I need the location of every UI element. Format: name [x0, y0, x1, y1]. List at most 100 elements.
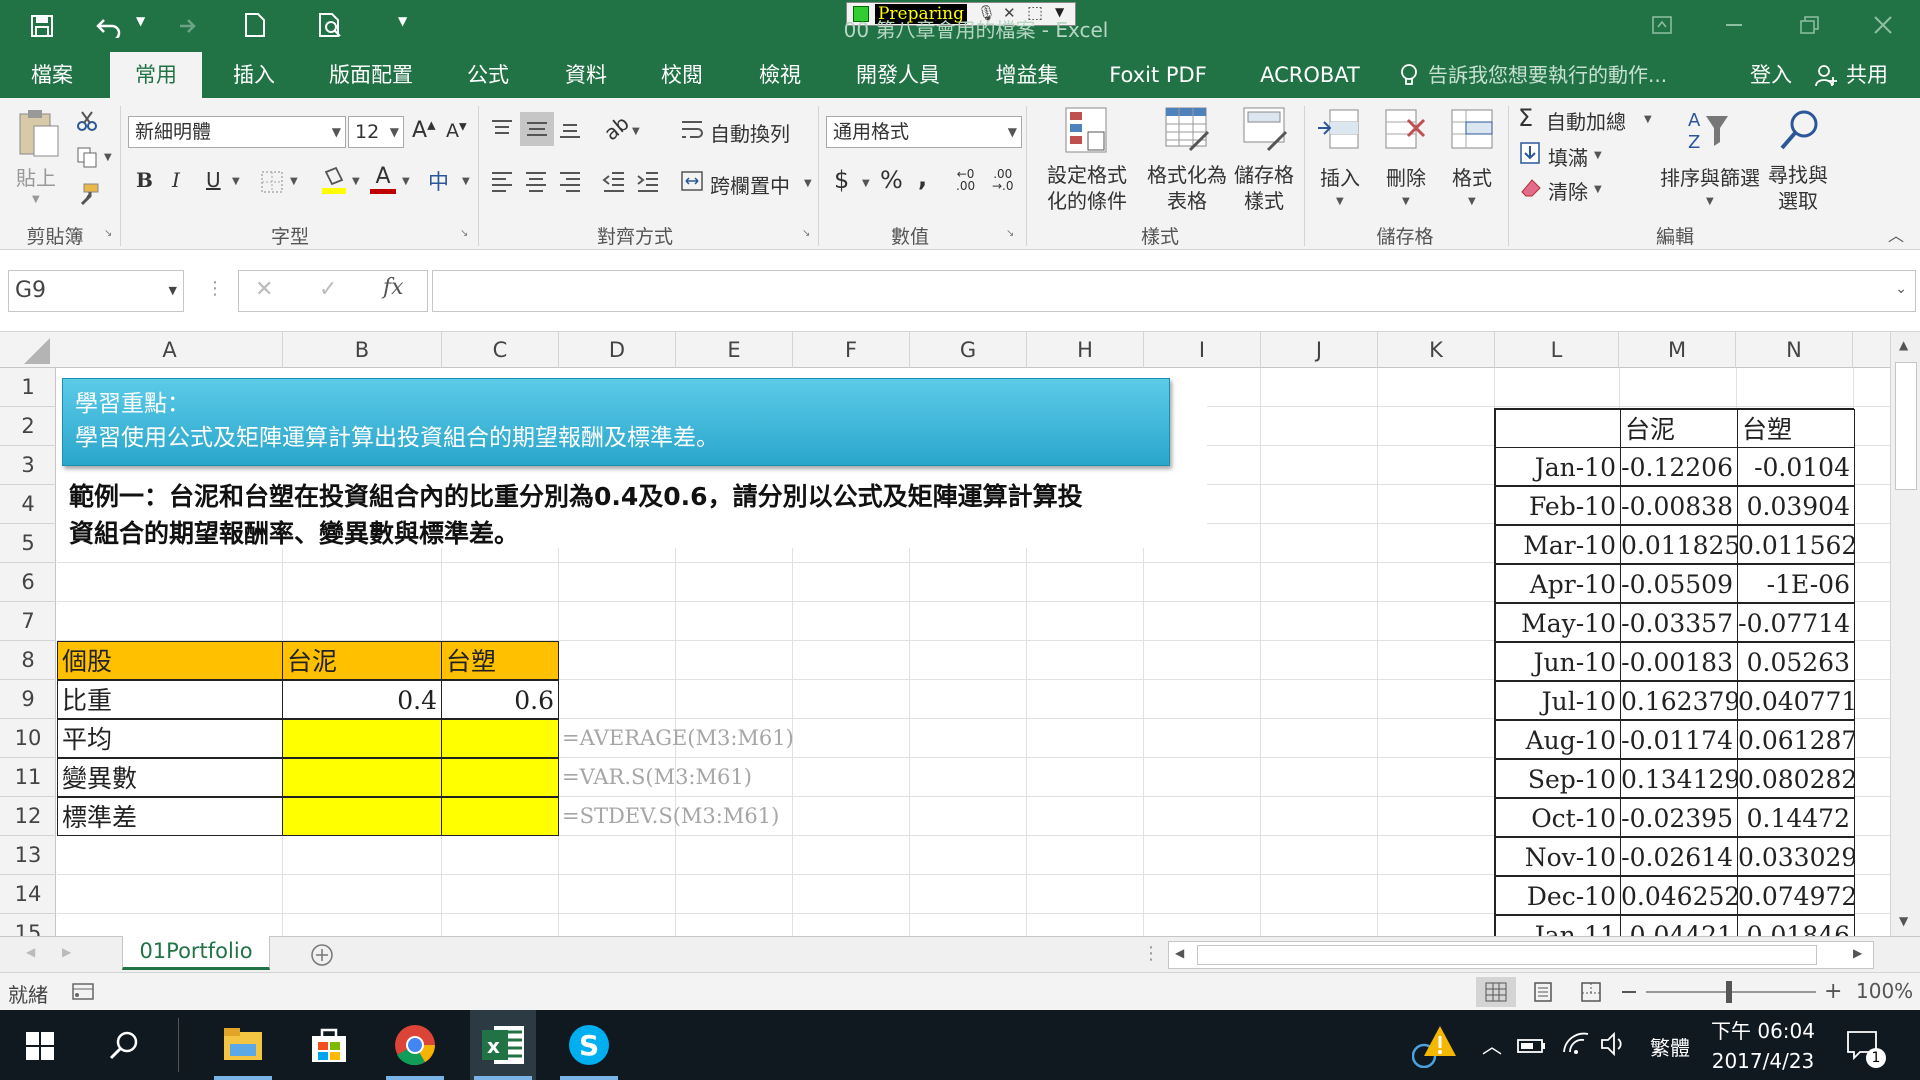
row-header[interactable]: 8: [0, 641, 56, 680]
tell-me-box[interactable]: 告訴我您想要執行的動作...: [1428, 52, 1667, 98]
fill-color-dropdown-icon[interactable]: ▼: [352, 176, 360, 187]
tab-data[interactable]: 資料: [546, 52, 626, 98]
new-sheet-icon[interactable]: [310, 943, 334, 967]
cell-a11[interactable]: 變異數: [57, 758, 283, 797]
table-row-date[interactable]: Oct-10: [1495, 798, 1621, 837]
zoom-out-icon[interactable]: [1622, 991, 1636, 993]
input-method-indicator[interactable]: 繁體: [1650, 1032, 1690, 1061]
dialog-launcher-icon[interactable]: ↘: [104, 228, 112, 239]
cell-m2[interactable]: 台泥: [1620, 409, 1738, 448]
chrome-icon[interactable]: [392, 1022, 438, 1068]
tab-developer[interactable]: 開發人員: [848, 52, 948, 98]
format-painter-icon[interactable]: [76, 182, 100, 206]
cell-b11[interactable]: [282, 758, 442, 797]
conditional-format-icon[interactable]: [1064, 106, 1108, 154]
cancel-icon[interactable]: ✕: [255, 277, 273, 302]
table-row-value[interactable]: 0.14472: [1737, 798, 1855, 837]
zoom-slider-thumb[interactable]: [1726, 981, 1732, 1003]
table-row-value[interactable]: 0.040771: [1737, 681, 1855, 720]
new-file-icon[interactable]: [244, 12, 266, 38]
row-header[interactable]: 11: [0, 758, 56, 797]
table-row-value[interactable]: 0.04421: [1620, 915, 1738, 936]
tab-home[interactable]: 常用: [110, 52, 202, 98]
column-header-a[interactable]: A: [57, 332, 283, 368]
expand-formula-icon[interactable]: ⌄: [1895, 281, 1907, 297]
more-options-icon[interactable]: ⋮: [206, 278, 224, 299]
copy-dropdown-icon[interactable]: ▼: [104, 152, 112, 163]
scroll-thumb[interactable]: [1895, 362, 1917, 490]
scroll-down-icon[interactable]: ▼: [1899, 914, 1908, 928]
autosum-icon[interactable]: Σ: [1518, 104, 1533, 132]
table-row-value[interactable]: 0.011825: [1620, 525, 1738, 564]
vertical-scrollbar[interactable]: ▲ ▼: [1890, 332, 1920, 936]
cell-a8[interactable]: 個股: [57, 641, 283, 680]
cell-c9[interactable]: 0.6: [441, 680, 559, 719]
sort-filter-button[interactable]: 排序與篩選: [1656, 162, 1764, 191]
table-row-date[interactable]: May-10: [1495, 603, 1621, 642]
increase-indent-icon[interactable]: [636, 170, 660, 192]
cell-a12[interactable]: 標準差: [57, 797, 283, 836]
copy-icon[interactable]: [76, 146, 98, 168]
customize-qat-icon[interactable]: ▼: [398, 14, 407, 28]
italic-button[interactable]: I: [172, 168, 180, 192]
table-row-date[interactable]: Jan-10: [1495, 447, 1621, 486]
delete-dropdown-icon[interactable]: ▼: [1402, 196, 1410, 207]
column-header-d[interactable]: D: [559, 332, 676, 368]
column-header-j[interactable]: J: [1261, 332, 1378, 368]
row-header[interactable]: 5: [0, 524, 56, 563]
close-icon[interactable]: [1874, 16, 1892, 34]
normal-view-button[interactable]: [1476, 977, 1516, 1007]
font-size-box[interactable]: 12 ▼: [348, 116, 404, 148]
page-break-view-icon[interactable]: [1580, 981, 1602, 1003]
number-format-box[interactable]: 通用格式 ▼: [826, 116, 1022, 148]
clear-dropdown-icon[interactable]: ▼: [1594, 184, 1602, 195]
worksheet-grid[interactable]: 學習重點： 學習使用公式及矩陣運算計算出投資組合的期望報酬及標準差。 範例一：台…: [57, 368, 1890, 936]
table-row-value[interactable]: -0.07714: [1737, 603, 1855, 642]
row-header[interactable]: 7: [0, 602, 56, 641]
table-row-value[interactable]: -0.01174: [1620, 720, 1738, 759]
share-button[interactable]: 共用: [1846, 52, 1888, 98]
font-name-box[interactable]: 新細明體 ▼: [128, 116, 346, 148]
row-header[interactable]: 13: [0, 836, 56, 875]
sign-in-link[interactable]: 登入: [1750, 52, 1792, 98]
table-row-value[interactable]: 0.134129: [1620, 759, 1738, 798]
tab-formulas[interactable]: 公式: [448, 52, 528, 98]
wifi-icon[interactable]: [1562, 1032, 1590, 1056]
underline-dropdown-icon[interactable]: ▼: [232, 176, 240, 187]
table-row-value[interactable]: 0.080282: [1737, 759, 1855, 798]
table-row-value[interactable]: 0.033029: [1737, 837, 1855, 876]
row-header[interactable]: 4: [0, 485, 56, 524]
select-all-icon[interactable]: [22, 336, 52, 366]
cell-a9[interactable]: 比重: [57, 680, 283, 719]
fill-down-icon[interactable]: [1520, 142, 1540, 164]
h-scroll-thumb[interactable]: [1197, 945, 1817, 965]
tab-review[interactable]: 校閱: [642, 52, 722, 98]
clock[interactable]: 下午 06:04 2017/4/23: [1708, 1016, 1818, 1076]
autosum-button[interactable]: 自動加總: [1546, 106, 1626, 135]
decrease-decimal-icon[interactable]: .00 →.0: [992, 168, 1014, 192]
ribbon-display-icon[interactable]: [1652, 16, 1672, 34]
align-right-icon[interactable]: [558, 170, 582, 192]
cell-a10[interactable]: 平均: [57, 719, 283, 758]
save-icon[interactable]: [30, 14, 54, 38]
font-color-dropdown-icon[interactable]: ▼: [402, 176, 410, 187]
minimize-icon[interactable]: [1726, 24, 1742, 26]
tab-foxit-pdf[interactable]: Foxit PDF: [1100, 52, 1216, 98]
horizontal-scrollbar[interactable]: ◀ ▶: [1168, 941, 1874, 969]
table-row-value[interactable]: 0.162379: [1620, 681, 1738, 720]
tab-insert[interactable]: 插入: [214, 52, 294, 98]
sort-filter-icon[interactable]: AZ: [1686, 108, 1732, 152]
table-row-value[interactable]: 0.061287: [1737, 720, 1855, 759]
cell-c8[interactable]: 台塑: [441, 641, 559, 680]
table-row-value[interactable]: -0.03357: [1620, 603, 1738, 642]
fill-dropdown-icon[interactable]: ▼: [1594, 150, 1602, 161]
tab-addins[interactable]: 增益集: [988, 52, 1066, 98]
formula-input[interactable]: ⌄: [432, 270, 1916, 312]
borders-dropdown-icon[interactable]: ▼: [290, 176, 298, 187]
table-row-date[interactable]: Feb-10: [1495, 486, 1621, 525]
clear-button[interactable]: 清除: [1548, 176, 1588, 205]
column-header-i[interactable]: I: [1144, 332, 1261, 368]
autosum-dropdown-icon[interactable]: ▼: [1644, 114, 1652, 125]
table-row-date[interactable]: Dec-10: [1495, 876, 1621, 915]
decrease-font-icon[interactable]: A▼: [446, 120, 467, 142]
